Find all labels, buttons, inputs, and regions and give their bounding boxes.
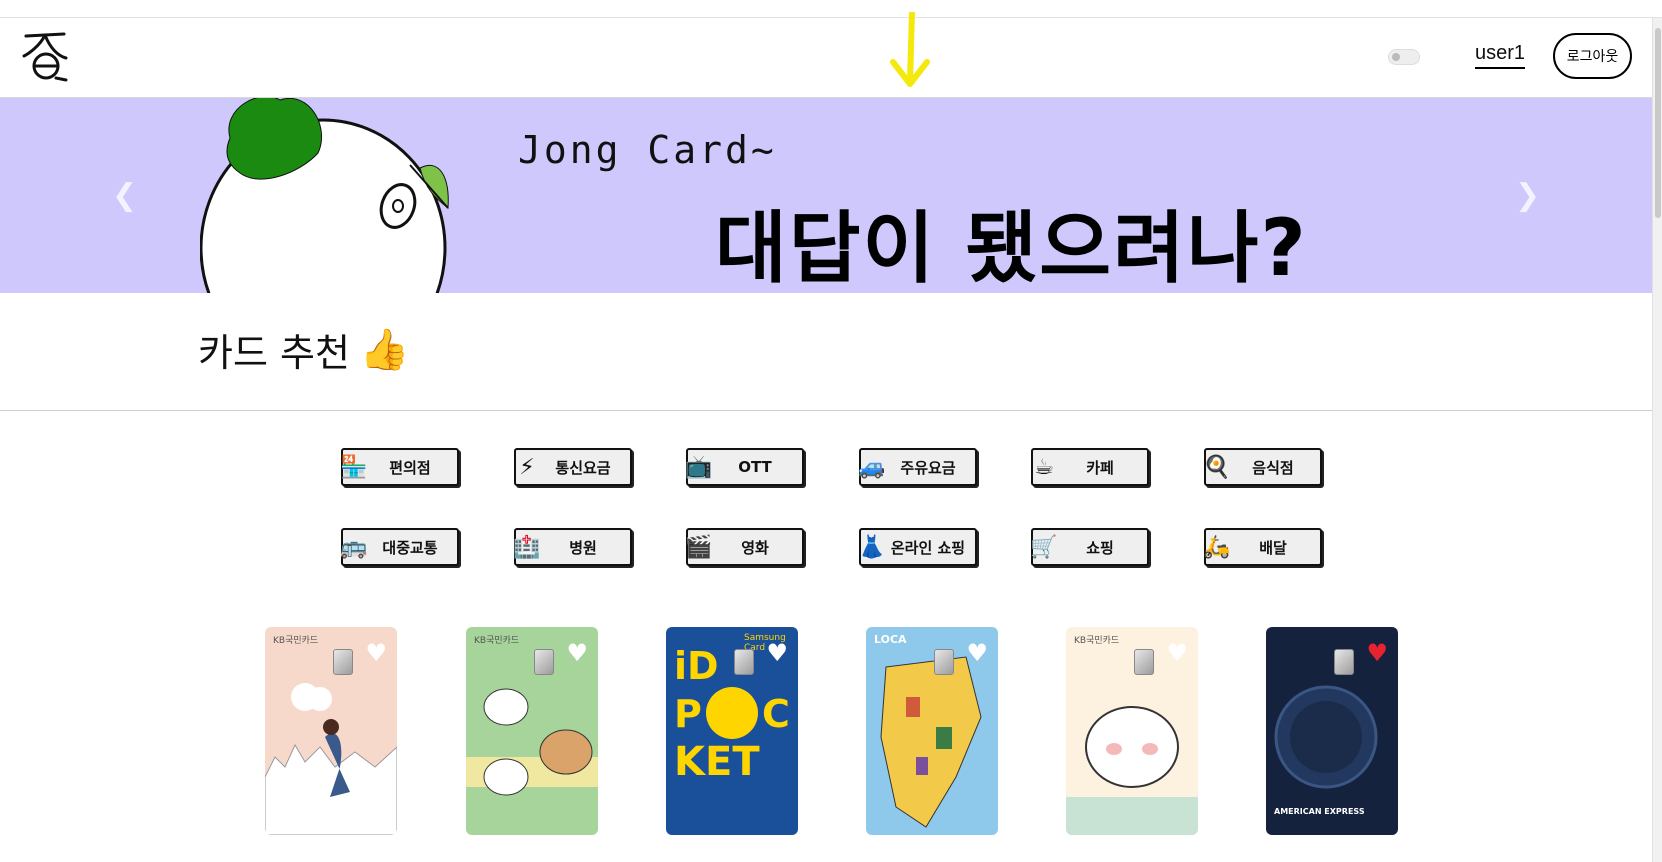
category-button-telecom[interactable]: ⚡ 통신요금 [514,448,632,486]
category-label: OTT [738,458,772,476]
card-chip [934,649,954,675]
category-button-delivery[interactable]: 🛵 배달 [1203,528,1322,566]
heart-outline-icon[interactable]: ♥ [365,639,387,667]
section-divider [0,410,1652,411]
theme-toggle[interactable] [1388,49,1420,65]
banner-headline: 대답이 됐으려나? [715,204,1308,293]
category-button-movie[interactable]: 🎬 영화 [685,528,804,566]
category-button-online-shopping[interactable]: 👗 온라인 쇼핑 [858,528,977,566]
heart-outline-icon[interactable]: ♥ [966,639,988,667]
card-brand: KB국민카드 [474,636,520,646]
banner-next-arrow-icon[interactable]: ❯ [1515,178,1540,213]
heart-filled-icon[interactable]: ♥ [1366,639,1388,667]
credit-card-4[interactable]: LOCA ♥ [866,627,998,835]
card-chip [734,649,754,675]
category-label: 대중교통 [382,538,438,557]
credit-card-1[interactable]: KB국민카드 ♥ [265,627,397,835]
page-scrollbar[interactable] [1652,18,1662,862]
username-link[interactable]: user1 [1475,42,1526,69]
svg-text:iD: iD [674,644,719,688]
logout-button[interactable]: 로그아웃 [1553,33,1632,79]
toggle-knob [1392,53,1400,61]
card-chip [333,649,353,675]
credit-card-2[interactable]: KB국민카드 ♥ [466,627,598,835]
category-label: 영화 [741,538,769,557]
heart-outline-icon[interactable]: ♥ [566,639,588,667]
browser-top-strip [0,0,1662,18]
hero-banner: ❮ Jong Card~ 대답이 됐으려나? ❯ [0,98,1652,293]
banner-subtitle: Jong Card~ [518,128,777,172]
mascot-illustration [200,98,449,293]
site-logo-icon[interactable] [20,26,72,86]
card-chip [1334,649,1354,675]
site-header: user1 로그아웃 [0,12,1652,98]
card-chip [534,649,554,675]
category-label: 통신요금 [555,458,611,477]
category-label: 배달 [1259,538,1287,557]
svg-text:KET: KET [674,739,760,785]
credit-card-6[interactable]: AMERICAN EXPRESS ♥ [1266,627,1398,835]
svg-text:C: C [762,692,790,736]
card-brand: KB국민카드 [1074,636,1120,646]
category-label: 쇼핑 [1086,538,1114,557]
category-button-public-transit[interactable]: 🚌 대중교통 [340,528,459,566]
category-button-fuel[interactable]: 🚙 주유요금 [858,448,977,486]
section-title: 카드 추천 👍 [198,322,410,377]
card-chip [1134,649,1154,675]
scrollbar-thumb[interactable] [1655,28,1661,218]
card-brand: AMERICAN EXPRESS [1274,807,1365,816]
svg-text:P: P [674,692,702,736]
section-title-text: 카드 추천 [198,331,350,375]
yellow-arrow-annotation-icon [890,12,930,87]
credit-card-3[interactable]: iD P C KET Samsung Card ♥ [666,627,798,835]
category-label: 편의점 [389,458,431,477]
category-label: 온라인 쇼핑 [890,538,966,557]
category-button-restaurant[interactable]: 🍳 음식점 [1203,448,1322,486]
category-label: 음식점 [1252,458,1294,477]
card-brand: LOCA [874,633,907,646]
category-button-shopping[interactable]: 🛒 쇼핑 [1030,528,1149,566]
category-button-hospital[interactable]: 🏥 병원 [513,528,632,566]
thumbs-up-icon: 👍 [359,327,410,373]
heart-outline-icon[interactable]: ♥ [766,639,788,667]
category-button-convenience-store[interactable]: 🏪 편의점 [340,448,459,486]
category-label: 병원 [569,538,597,557]
category-button-ott[interactable]: 📺 OTT [685,448,804,486]
banner-prev-arrow-icon[interactable]: ❮ [112,178,137,213]
category-button-cafe[interactable]: ☕ 카페 [1031,448,1149,486]
category-label: 주유요금 [900,458,956,477]
card-brand: KB국민카드 [273,636,319,646]
heart-outline-icon[interactable]: ♥ [1166,639,1188,667]
category-label: 카페 [1086,458,1114,477]
credit-card-5[interactable]: KB국민카드 ♥ [1066,627,1198,835]
